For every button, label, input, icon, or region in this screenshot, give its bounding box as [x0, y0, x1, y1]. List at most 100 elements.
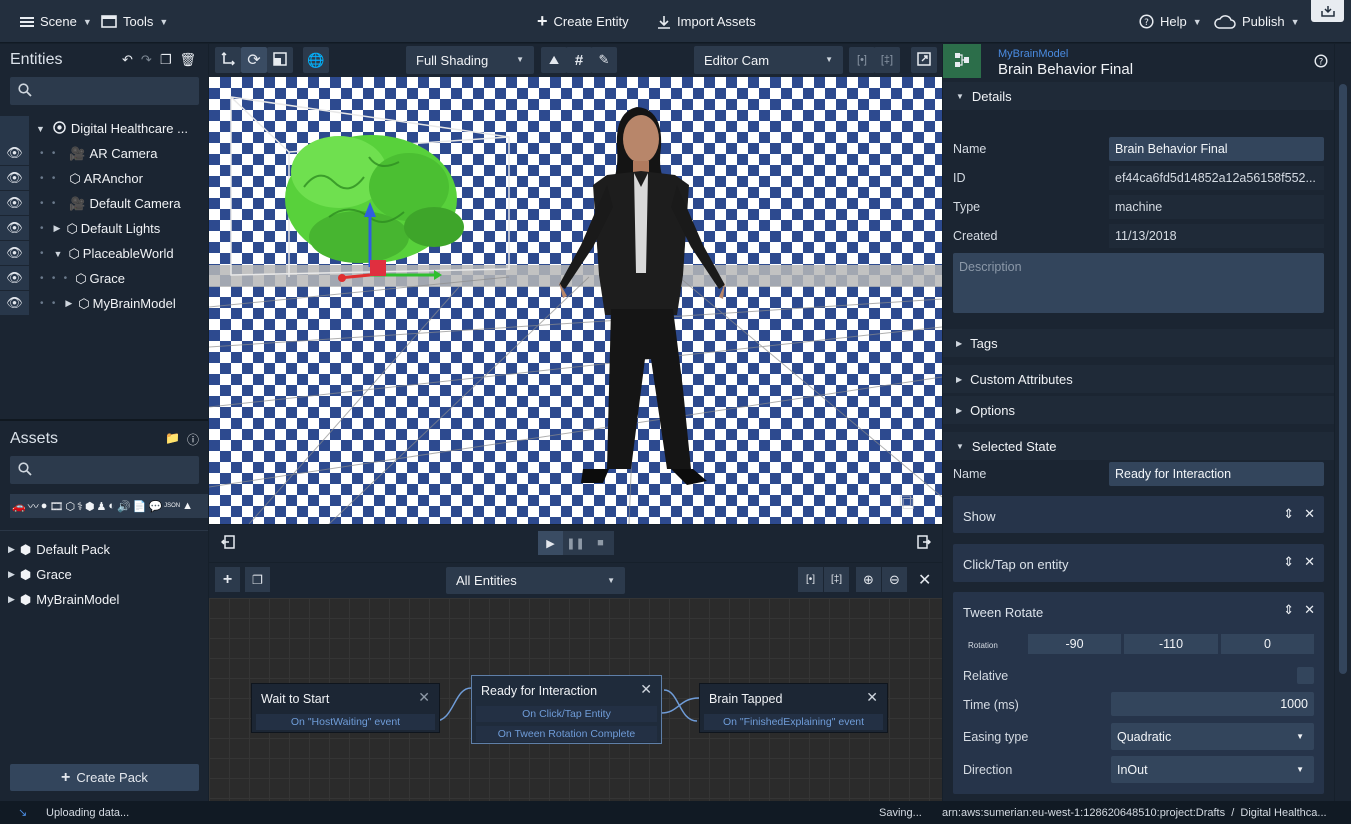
folder-icon[interactable]: 📁 — [165, 431, 180, 448]
fullscreen-button[interactable] — [911, 47, 937, 73]
globe-icon[interactable]: ◐ — [108, 500, 115, 512]
graph-frame-selected-button[interactable]: [•] — [798, 567, 823, 592]
easing-select[interactable]: Quadratic ▼ — [1111, 723, 1314, 750]
shading-select[interactable]: Full Shading ▼ — [406, 46, 534, 74]
transition-event[interactable]: On Click/Tap Entity — [476, 706, 657, 722]
rotate-tool-button[interactable]: ⟳ — [241, 47, 267, 73]
action-show[interactable]: Show ⇕ ✕ — [953, 496, 1324, 533]
relative-checkbox[interactable] — [1297, 667, 1314, 684]
car-icon[interactable]: 🚗 — [12, 500, 26, 513]
entities-search-input[interactable] — [10, 77, 199, 105]
add-state-button[interactable]: + — [215, 567, 240, 592]
play-button[interactable]: ▶ — [538, 531, 563, 555]
reorder-icon[interactable]: ⇕ — [1283, 506, 1294, 522]
scale-tool-button[interactable] — [267, 47, 293, 73]
import-assets-button[interactable]: Import Assets — [657, 0, 756, 43]
time-input[interactable]: 1000 — [1111, 692, 1314, 716]
close-icon[interactable]: ✕ — [1304, 506, 1315, 522]
chat-icon[interactable]: 💬 — [148, 500, 162, 513]
help-circle-icon[interactable]: ? — [1314, 54, 1328, 71]
pack-default[interactable]: ▶ ⬢ Default Pack — [0, 537, 208, 562]
undo-icon[interactable]: ↶ — [122, 52, 133, 68]
tree-icon[interactable]: ⚕ — [77, 500, 83, 513]
grid-toggle-button[interactable]: # — [566, 47, 592, 73]
transition-event[interactable]: On Tween Rotation Complete — [476, 726, 657, 742]
rotation-z-input[interactable]: 0 — [1221, 634, 1314, 654]
tools-menu[interactable]: Tools ▼ — [101, 0, 168, 43]
expand-icon[interactable]: ▼ — [54, 249, 63, 259]
tree-item-default-lights[interactable]: • ▶ ⬡ Default Lights — [0, 216, 208, 241]
close-graph-icon[interactable]: ✕ — [918, 570, 931, 590]
tree-item-ar-camera[interactable]: • • 🎥 AR Camera — [0, 141, 208, 166]
rotation-x-input[interactable]: -90 — [1028, 634, 1121, 654]
action-click-tap[interactable]: Click/Tap on entity ⇕ ✕ — [953, 544, 1324, 582]
duplicate-icon[interactable]: ❐ — [160, 52, 172, 68]
help-circle-icon[interactable]: ⓘ — [187, 431, 199, 448]
expand-icon[interactable]: ▶ — [8, 569, 15, 580]
collapse-tab[interactable] — [1311, 0, 1344, 22]
inspector-scrollbar[interactable] — [1335, 44, 1351, 801]
audio-icon[interactable]: 🔊 — [117, 500, 131, 513]
curve-icon[interactable]: 〰 — [28, 498, 39, 514]
global-space-button[interactable]: 🌐 — [303, 47, 329, 73]
close-icon[interactable]: ✕ — [1304, 554, 1315, 570]
cube-icon[interactable]: ⬢ — [85, 500, 95, 513]
effects-button[interactable]: ✎ — [591, 47, 617, 73]
zoom-out-button[interactable]: ⊖ — [882, 567, 907, 592]
pack-mybrainmodel[interactable]: ▶ ⬢ MyBrainModel — [0, 587, 208, 612]
transition-event[interactable]: On "FinishedExplaining" event — [704, 714, 883, 730]
assets-search-input[interactable] — [10, 456, 199, 484]
rotation-y-input[interactable]: -110 — [1124, 634, 1218, 654]
create-entity-button[interactable]: + Create Entity — [537, 0, 629, 43]
reorder-icon[interactable]: ⇕ — [1283, 602, 1294, 618]
exit-left-icon[interactable] — [221, 535, 235, 552]
circle-icon[interactable]: ● — [41, 500, 48, 512]
zoom-in-button[interactable]: ⊕ — [856, 567, 881, 592]
graph-frame-all-button[interactable]: [‡] — [824, 567, 849, 592]
close-icon[interactable]: ✕ — [866, 689, 878, 706]
script-icon[interactable]: 📄 — [133, 500, 147, 513]
frame-all-button[interactable]: [‡] — [874, 47, 900, 73]
tree-item-mybrainmodel[interactable]: • • ▶ ⬡ MyBrainModel — [0, 291, 208, 316]
translate-tool-button[interactable] — [215, 47, 241, 73]
tree-item-aranchor[interactable]: • • ⬡ ARAnchor — [0, 166, 208, 191]
custom-attributes-section-header[interactable]: ▶ Custom Attributes — [943, 365, 1334, 393]
publish-menu[interactable]: Publish ▼ — [1214, 0, 1300, 43]
options-section-header[interactable]: ▶ Options — [943, 396, 1334, 424]
close-icon[interactable]: ✕ — [1304, 602, 1315, 618]
reorder-icon[interactable]: ⇕ — [1283, 554, 1294, 570]
direction-select[interactable]: InOut ▼ — [1111, 756, 1314, 783]
camera-select[interactable]: Editor Cam ▼ — [694, 46, 843, 74]
state-node-wait-to-start[interactable]: Wait to Start ✕ On "HostWaiting" event — [251, 683, 440, 733]
tree-item-default-camera[interactable]: • • 🎥 Default Camera — [0, 191, 208, 216]
expand-icon[interactable]: ▶ — [8, 544, 15, 555]
scene-menu[interactable]: Scene ▼ — [20, 0, 92, 43]
duplicate-state-button[interactable]: ❐ — [245, 567, 270, 592]
name-input[interactable]: Brain Behavior Final — [1109, 137, 1324, 161]
transition-event[interactable]: On "HostWaiting" event — [256, 714, 435, 730]
trash-icon[interactable]: 🗑 — [179, 52, 196, 68]
parent-entity-link[interactable]: MyBrainModel — [998, 48, 1068, 60]
expand-icon[interactable]: ▶ — [8, 594, 15, 605]
scene-viewport[interactable]: ⧉ — [209, 77, 942, 524]
lighting-button[interactable]: ⛰ — [541, 47, 567, 73]
hexagon-icon[interactable]: ⬡ — [65, 500, 75, 513]
film-icon[interactable]: 🎞 — [49, 500, 63, 513]
tree-item-grace[interactable]: • • • ⬡ Grace — [0, 266, 208, 291]
exit-right-icon[interactable] — [917, 535, 931, 552]
pack-grace[interactable]: ▶ ⬢ Grace — [0, 562, 208, 587]
close-icon[interactable]: ✕ — [640, 681, 652, 698]
tree-item-digital-healthcare[interactable]: ▼ Digital Healthcare ... — [0, 116, 208, 141]
tree-item-placeableworld[interactable]: • ▼ ⬡ PlaceableWorld — [0, 241, 208, 266]
redo-icon[interactable]: ↷ — [141, 52, 152, 68]
selected-state-section-header[interactable]: ▼ Selected State — [943, 432, 1334, 460]
create-pack-button[interactable]: + Create Pack — [10, 764, 199, 791]
frame-selection-button[interactable]: [•] — [849, 47, 875, 73]
tags-section-header[interactable]: ▶ Tags — [943, 329, 1334, 357]
state-name-input[interactable]: Ready for Interaction — [1109, 462, 1324, 486]
help-menu[interactable]: ? Help ▼ — [1139, 0, 1202, 43]
expand-icon[interactable]: ▶ — [65, 298, 72, 309]
close-icon[interactable]: ✕ — [418, 689, 430, 706]
expand-icon[interactable]: ▶ — [54, 223, 61, 234]
stop-button[interactable]: ■ — [588, 531, 613, 555]
